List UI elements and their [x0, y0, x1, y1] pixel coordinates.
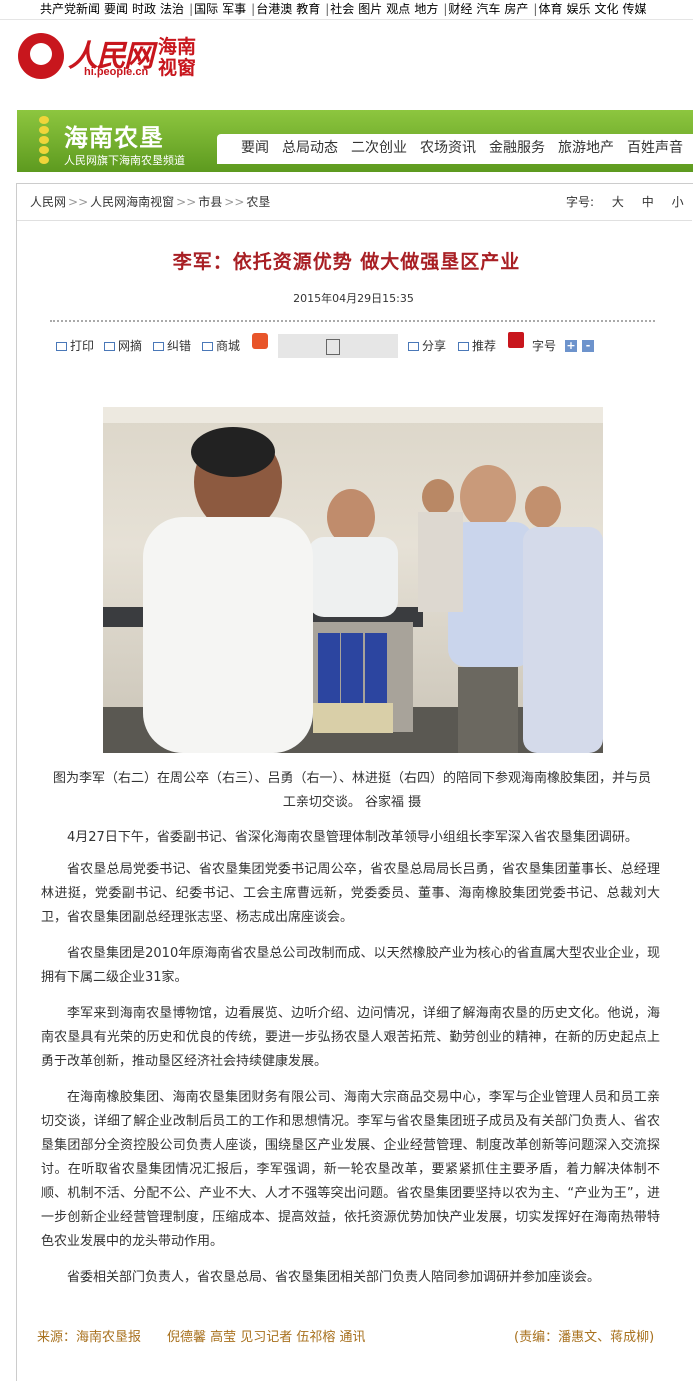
ad-placeholder[interactable] — [278, 334, 398, 358]
font-size-label: 字号: — [566, 195, 595, 209]
breadcrumb-link[interactable]: 市县 — [198, 195, 222, 209]
printer-icon — [56, 342, 67, 351]
paragraph: 在海南橡胶集团、海南农垦集团财务有限公司、海南大宗商品交易中心，李军与企业管理人… — [41, 1090, 660, 1249]
mail-icon — [153, 342, 164, 351]
font-size-small[interactable]: 小 — [672, 195, 684, 209]
print-button[interactable]: 打印 — [56, 336, 94, 356]
site-logo[interactable]: 人民网 hi.people.cn 海南视窗 — [18, 33, 208, 83]
people-logo-icon — [18, 33, 64, 79]
paragraph: 省委相关部门负责人，省农垦总局、省农垦集团相关部门负责人陪同参加调研并参加座谈会… — [67, 1270, 601, 1285]
channel-menu-item[interactable]: 二次创业 — [351, 140, 407, 156]
font-increase-button[interactable]: + — [565, 340, 577, 352]
top-nav-link[interactable]: 图片 — [358, 2, 382, 16]
people-share-icon[interactable] — [508, 332, 524, 348]
net-bookmark-button[interactable]: 网摘 — [104, 336, 142, 356]
wheat-icon — [35, 114, 53, 168]
correct-button[interactable]: 纠错 — [153, 336, 191, 356]
breadcrumb-separator: >> — [224, 195, 245, 209]
top-nav-link[interactable]: 时政 — [132, 2, 156, 16]
paragraph: 省农垦集团是2010年原海南省农垦总公司改制而成、以天然橡胶产业为核心的省直属大… — [41, 946, 660, 985]
channel-menu-item[interactable]: 旅游地产 — [558, 140, 614, 156]
top-nav-link[interactable]: 国际 — [194, 2, 218, 16]
article-body: 4月27日下午，省委副书记、省深化海南农垦管理体制改革领导小组组长李军深入省农垦… — [41, 826, 660, 1302]
photo-caption: 图为李军（右二）在周公卒（右三）、吕勇（右一）、林进挺（右四）的陪同下参观海南橡… — [52, 771, 651, 810]
channel-title: 海南农垦 — [64, 124, 164, 152]
share-button[interactable]: 分享 — [408, 336, 446, 356]
font-size-control: 字号: 大 中 小 — [566, 193, 684, 210]
article-source: 来源：海南农垦报 倪德馨 高莹 见习记者 伍祁榕 通讯 — [37, 1326, 366, 1345]
channel-menu-item[interactable]: 百姓声音 — [627, 140, 683, 156]
channel-menu-item[interactable]: 要闻 — [241, 140, 269, 156]
top-nav-link[interactable]: 台港澳 — [256, 2, 292, 16]
top-nav-link[interactable]: 娱乐 — [566, 2, 590, 16]
nav-separator: | — [251, 2, 256, 16]
top-nav-link[interactable]: 法治 — [160, 2, 184, 16]
breadcrumb-link[interactable]: 人民网 — [30, 195, 66, 209]
editor-credit: (责编：潘惠文、蒋成柳) — [514, 1330, 655, 1345]
paragraph: 4月27日下午，省委副书记、省深化海南农垦管理体制改革领导小组组长李军深入省农垦… — [67, 830, 638, 845]
nav-separator: | — [325, 2, 330, 16]
breadcrumb-link[interactable]: 农垦 — [246, 195, 270, 209]
article-toolbar: 打印 网摘 纠错 商城 分享 推荐 字号 + - — [56, 332, 656, 358]
paragraph: 李军来到海南农垦博物馆，边看展览、边听介绍、边问情况，详细了解海南农垦的历史文化… — [41, 1006, 660, 1069]
top-nav-link[interactable]: 文化 — [595, 2, 619, 16]
channel-menu: 要闻 总局动态 二次创业 农场资讯 金融服务 旅游地产 百姓声音 — [217, 134, 693, 164]
top-nav-link[interactable]: 社会 — [330, 2, 354, 16]
nav-separator: | — [189, 2, 194, 16]
top-nav-link[interactable]: 要闻 — [104, 2, 128, 16]
article-photo — [103, 407, 603, 753]
source-label: 来源：海南农垦报 — [37, 1330, 142, 1345]
top-nav-link[interactable]: 房产 — [504, 2, 528, 16]
dotted-divider — [50, 320, 655, 322]
recommend-button[interactable]: 推荐 — [458, 336, 496, 356]
top-nav-link[interactable]: 教育 — [296, 2, 320, 16]
share-icon — [408, 342, 419, 351]
top-navigation: 共产党新闻 要闻 时政 法治 |国际 军事 |台港澳 教育 |社会 图片 观点 地方 |财经 汽车 房产 |体… — [0, 0, 693, 20]
top-nav-link[interactable]: 财经 — [448, 2, 472, 16]
top-nav-link[interactable]: 传媒 — [623, 2, 647, 16]
nav-separator: | — [443, 2, 448, 16]
channel-tagline: 人民网旗下海南农垦频道 — [64, 154, 185, 167]
logo-domain: hi.people.cn — [84, 66, 149, 78]
nav-separator: | — [533, 2, 538, 16]
font-size-large[interactable]: 大 — [612, 195, 624, 209]
font-decrease-button[interactable]: - — [582, 340, 594, 352]
paragraph: 省农垦总局党委书记、省农垦集团党委书记周公卒，省农垦总局局长吕勇，省农垦集团董事… — [41, 862, 660, 925]
sohu-share-icon[interactable] — [252, 333, 268, 349]
breadcrumb: 人民网 >> 人民网海南视窗 >> 市县 >> 农垦 — [30, 193, 270, 210]
cart-icon — [202, 342, 213, 351]
channel-menu-item[interactable]: 总局动态 — [282, 140, 338, 156]
top-nav-link[interactable]: 军事 — [222, 2, 246, 16]
font-size-medium[interactable]: 中 — [642, 195, 654, 209]
breadcrumb-separator: >> — [176, 195, 197, 209]
publish-date: 2015年04月29日15:35 — [293, 292, 414, 305]
divider — [17, 220, 692, 221]
top-nav-link[interactable]: 体育 — [538, 2, 562, 16]
article-title: 李军：依托资源优势 做大做强垦区产业 — [172, 251, 521, 273]
top-nav-link[interactable]: 地方 — [414, 2, 438, 16]
breadcrumb-separator: >> — [68, 195, 89, 209]
authors: 倪德馨 高莹 见习记者 伍祁榕 通讯 — [167, 1330, 366, 1345]
bookmark-icon — [104, 342, 115, 351]
top-nav-link[interactable]: 观点 — [386, 2, 410, 16]
font-size-tool-label: 字号 — [532, 339, 557, 353]
breadcrumb-link[interactable]: 人民网海南视窗 — [90, 195, 174, 209]
mall-button[interactable]: 商城 — [202, 336, 240, 356]
channel-menu-item[interactable]: 农场资讯 — [420, 140, 476, 156]
channel-menu-item[interactable]: 金融服务 — [489, 140, 545, 156]
top-nav-link[interactable]: 共产党新闻 — [40, 2, 100, 16]
logo-subtitle: 海南视窗 — [158, 36, 197, 79]
channel-banner: 海南农垦 人民网旗下海南农垦频道 要闻 总局动态 二次创业 农场资讯 金融服务 旅游地产百… — [17, 110, 693, 172]
top-nav-link[interactable]: 汽车 — [476, 2, 500, 16]
mail-icon — [458, 342, 469, 351]
